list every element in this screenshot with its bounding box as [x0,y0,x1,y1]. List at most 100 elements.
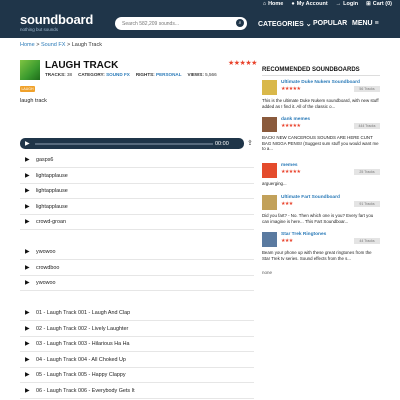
login-link[interactable]: → Login [336,1,358,7]
rights-label: RIGHTS: [135,72,155,77]
board-thumbnail[interactable] [262,163,277,178]
breadcrumb-home[interactable]: Home [20,42,35,48]
track-name[interactable]: lightapplause [36,204,68,210]
category-link[interactable]: SOUND FX [106,72,130,77]
play-icon[interactable]: ▶ [25,248,30,255]
play-icon[interactable]: ▶ [25,356,30,363]
track-row[interactable]: ▶ 02 - Laugh Track 002 - Lively Laughter [20,321,254,337]
track-row[interactable]: ▶ lightapplause [20,199,254,215]
board-name[interactable]: Star Trek Ringtones [281,232,326,237]
site-tagline: nothing but sounds [20,27,59,32]
track-row[interactable]: ▶ crowdboo [20,260,254,276]
track-name[interactable]: 06 - Laugh Track 006 - Everybody Gets It [36,388,135,394]
play-icon[interactable]: ▶ [25,325,30,332]
play-icon[interactable]: ▶ [25,172,30,179]
board-track-count: 91 Tracks [354,201,380,207]
board-name[interactable]: memes [281,163,298,168]
board-rating-stars: ★★★★★ [281,86,301,92]
rights-link[interactable]: PERSONAL [156,72,182,77]
cart-link-label: Cart (0) [372,1,392,7]
tracks-count: 38 [66,72,73,77]
site-header: soundboard nothing but sounds Search 582… [0,11,400,38]
track-row[interactable]: ▶ 05 - Laugh Track 005 - Happy Clappy [20,367,254,383]
track-name[interactable]: 05 - Laugh Track 005 - Happy Clappy [36,372,126,378]
board-rating-stars: ★★★★★ [281,169,301,175]
home-link[interactable]: ⌂ Home [263,1,284,7]
breadcrumb-separator: > [66,42,71,48]
search-placeholder: Search 582,209 sounds... [122,21,179,27]
breadcrumb-sound-fx[interactable]: Sound FX [41,42,65,48]
page-title: LAUGH TRACK [45,60,119,71]
track-name[interactable]: ywowoo [36,280,55,286]
nav-menu-label: MENU [352,20,373,27]
site-logo[interactable]: soundboard [20,13,93,27]
tag-badge[interactable]: LAUGH [20,86,35,92]
play-icon[interactable]: ▶ [25,387,30,394]
track-row[interactable]: ▶ gasps6 [20,152,254,168]
play-icon[interactable]: ▶ [25,203,30,210]
search-input[interactable]: Search 582,209 sounds... ⌕ [115,17,247,30]
nav-menu[interactable]: MENU ≡ [352,20,379,27]
track-row[interactable]: ▶ ywowoo [20,244,254,260]
track-row[interactable]: ▶ ywowoo [20,275,254,291]
share-icon[interactable]: ⇪ [247,139,253,147]
play-icon[interactable]: ▶ [25,140,30,147]
board-description: arguerging... [262,181,287,186]
track-name[interactable]: ywowoo [36,249,55,255]
sidebar-title: RECOMMENDED SOUNDBOARDS [262,67,380,76]
nav-categories[interactable]: CATEGORIES ⌄ [258,20,312,28]
audio-player: ▶ 00:00 [20,138,244,149]
track-row[interactable]: ▶ 01 - Laugh Track 001 - Laugh And Clap [20,305,254,321]
board-name[interactable]: Ultimate Duke Nukem Soundboard [281,80,360,85]
board-description: Did you fart? - No. Then which one is yo… [262,213,374,224]
play-icon[interactable]: ▶ [25,371,30,378]
search-icon[interactable]: ⌕ [236,19,244,27]
play-icon[interactable]: ▶ [25,340,30,347]
track-row[interactable]: ▶ 06 - Laugh Track 006 - Everybody Gets I… [20,383,254,399]
track-name[interactable]: lightapplause [36,188,68,194]
views-count: 5,566 [205,72,217,77]
track-name[interactable]: gasps6 [36,157,53,163]
track-name[interactable]: crowdboo [36,265,59,271]
board-thumbnail[interactable] [262,195,277,210]
nav-popular[interactable]: POPULAR [313,20,347,27]
board-rating-stars: ★★★ [281,238,293,244]
board-description: laugh track [20,98,47,104]
board-thumbnail [20,60,40,80]
breadcrumb-separator: > [36,42,40,48]
board-thumbnail[interactable] [262,232,277,247]
seek-bar[interactable] [35,142,213,145]
track-row[interactable]: ▶ lightapplause [20,183,254,199]
account-link[interactable]: ● My Account [291,1,327,7]
board-rating-stars[interactable]: ★★★★★ [228,59,257,67]
board-thumbnail[interactable] [262,117,277,132]
track-name[interactable]: lightapplause [36,173,68,179]
play-icon[interactable]: ▶ [25,279,30,286]
nav-categories-label: CATEGORIES [258,21,304,28]
board-name[interactable]: Ultimate Fart Soundboard [281,195,340,200]
play-icon[interactable]: ▶ [25,218,30,225]
track-name[interactable]: 04 - Laugh Track 004 - All Choked Up [36,357,126,363]
board-rating-stars: ★★★★★ [281,123,301,129]
sidebar-more: none [262,270,273,275]
track-row[interactable]: ▶ crowd-groan [20,214,254,230]
track-row[interactable]: ▶ 03 - Laugh Track 003 - Hilarious Ha Ha [20,336,254,352]
track-name[interactable]: 03 - Laugh Track 003 - Hilarious Ha Ha [36,341,129,347]
board-description: This is the ultimate Duke Nukem soundboa… [262,98,379,109]
board-name[interactable]: dank memes [281,117,310,122]
track-row[interactable]: ▶ 04 - Laugh Track 004 - All Choked Up [20,352,254,368]
views-label: VIEWS: [187,72,204,77]
track-name[interactable]: 02 - Laugh Track 002 - Lively Laughter [36,326,128,332]
track-name[interactable]: 01 - Laugh Track 001 - Laugh And Clap [36,310,130,316]
cart-link[interactable]: ⊞ Cart (0) [366,1,392,7]
chevron-down-icon: ⌄ [305,21,312,28]
track-row[interactable]: ▶ lightapplause [20,168,254,184]
play-icon[interactable]: ▶ [25,187,30,194]
track-name[interactable]: crowd-groan [36,219,66,225]
account-link-label: My Account [296,1,328,7]
board-rating-stars: ★★★ [281,201,293,207]
play-icon[interactable]: ▶ [25,309,30,316]
play-icon[interactable]: ▶ [25,156,30,163]
board-thumbnail[interactable] [262,80,277,95]
play-icon[interactable]: ▶ [25,264,30,271]
